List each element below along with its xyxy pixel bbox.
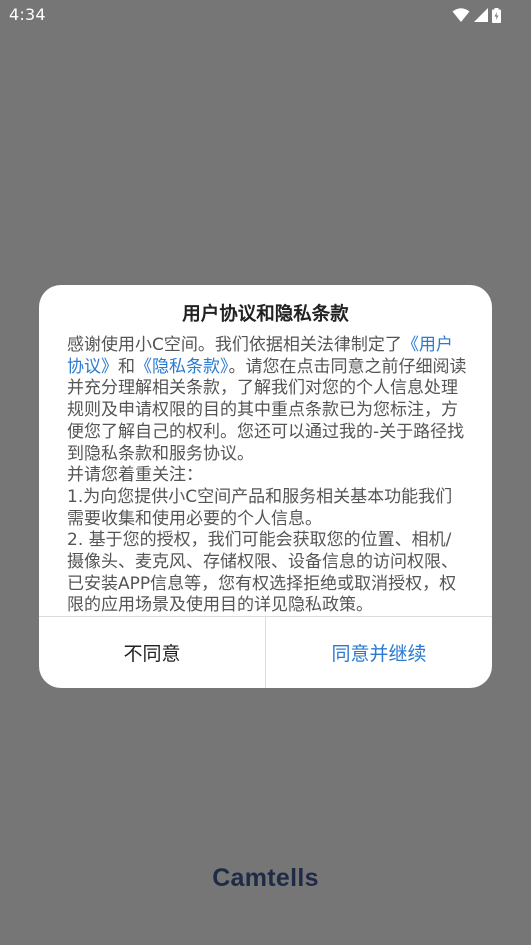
decline-button[interactable]: 不同意 xyxy=(39,617,265,688)
list-item-1: 1.为向您提供小C空间产品和服务相关基本功能我们需要收集和使用必要的个人信息。 xyxy=(67,486,453,529)
status-icons xyxy=(452,7,501,23)
paragraph-2: 并请您着重关注： xyxy=(67,465,203,486)
dialog-body-text[interactable]: 感谢使用小C空间。我们依据相关法律制定了《用户协议》和《隐私条款》。请您在点击同… xyxy=(67,335,467,616)
brand-logo: Camtells xyxy=(212,864,319,892)
dialog-title: 用户协议和隐私条款 xyxy=(182,304,349,325)
battery-icon xyxy=(492,7,501,23)
intro-text: 感谢使用小C空间。我们依据相关法律制定了 xyxy=(67,335,402,355)
agree-continue-button[interactable]: 同意并继续 xyxy=(266,617,492,688)
privacy-terms-link[interactable]: 《隐私条款》 xyxy=(135,357,229,377)
agreement-dialog: 用户协议和隐私条款 感谢使用小C空间。我们依据相关法律制定了《用户协议》和《隐私… xyxy=(39,285,492,688)
and-text: 和 xyxy=(118,356,135,377)
list-item-2: 2. 基于您的授权，我们可能会获取您的位置、相机/摄像头、麦克风、存储权限、设备… xyxy=(67,530,458,616)
cellular-signal-icon xyxy=(474,8,488,22)
status-time: 4:34 xyxy=(9,5,46,24)
wifi-icon xyxy=(452,8,470,22)
status-bar: 4:34 xyxy=(0,0,531,30)
